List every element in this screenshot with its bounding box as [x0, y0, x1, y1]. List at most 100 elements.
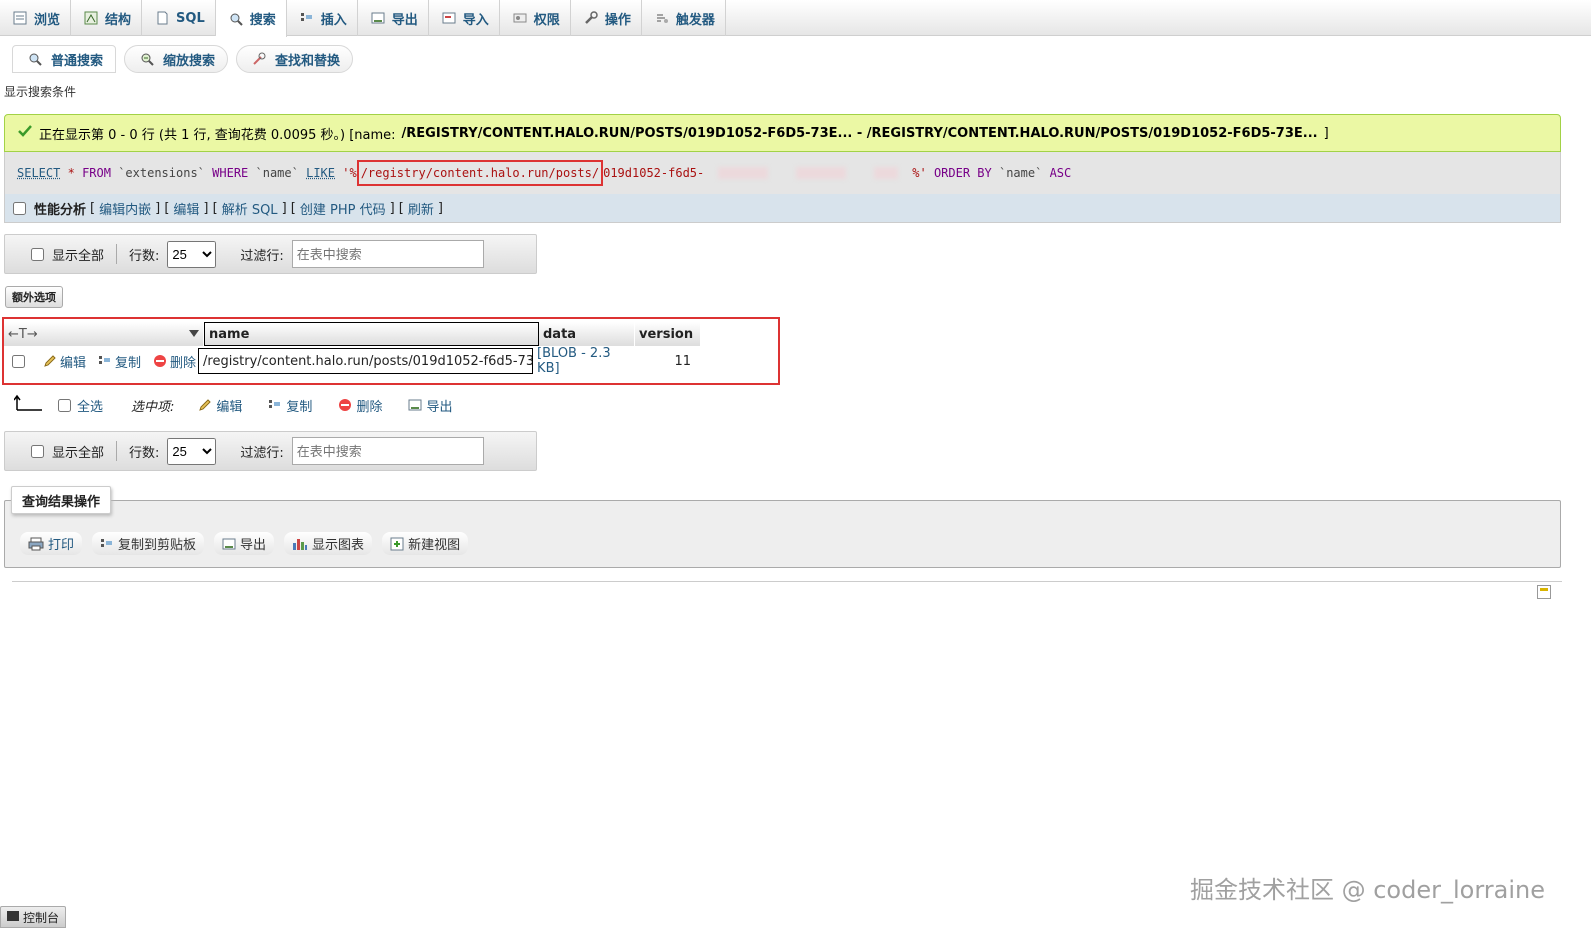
sql-keyword[interactable]: LIKE — [306, 166, 335, 180]
tab-search[interactable]: 搜索 — [215, 0, 287, 37]
row-copy-label: 复制 — [115, 355, 142, 371]
bulk-export-label: 导出 — [426, 399, 453, 415]
cell-version[interactable]: 11 — [629, 354, 692, 369]
sql-string-close: %' — [912, 166, 927, 180]
export-icon — [370, 10, 386, 26]
success-suffix: ] — [1323, 125, 1329, 141]
search-icon — [27, 51, 43, 67]
top-tab-bar: 浏览 结构 SQL 搜索 插入 导出 导入 权限 操作 触发器 — [0, 0, 1591, 37]
query-ops-items: 打印 复制到剪贴板 导出 显示图表 新建视图 — [20, 532, 469, 555]
success-range: /REGISTRY/CONTENT.HALO.RUN/POSTS/019D105… — [401, 125, 1318, 141]
tab-operations[interactable]: 操作 — [571, 0, 642, 36]
cell-data-blob-link[interactable]: [BLOB - 2.3 KB] — [533, 346, 629, 376]
pencil-icon — [44, 355, 56, 367]
tab-triggers[interactable]: 触发器 — [642, 0, 726, 36]
console-toggle[interactable]: 控制台 — [0, 906, 67, 928]
bulk-actions: 全选 选中项: 编辑 复制 删除 导出 — [13, 394, 452, 416]
rows-select[interactable]: 25 — [167, 437, 217, 465]
show-all-checkbox[interactable] — [31, 247, 44, 261]
export-button[interactable]: 导出 — [214, 532, 275, 555]
console-icon — [7, 910, 19, 924]
check-all-label[interactable]: 全选 — [77, 396, 103, 415]
arrow-up-left-icon — [13, 394, 44, 416]
delete-icon — [154, 355, 167, 367]
bookmark-icon[interactable] — [1537, 585, 1551, 599]
bulk-copy-button[interactable]: 复制 — [268, 396, 312, 415]
print-button[interactable]: 打印 — [20, 532, 83, 555]
edit-inline-link[interactable]: 编辑内嵌 — [99, 199, 151, 218]
subtab-find-replace[interactable]: 查找和替换 — [236, 45, 354, 73]
new-view-icon — [390, 537, 404, 550]
filter-input[interactable] — [291, 437, 484, 465]
wrench-icon — [583, 10, 599, 26]
create-php-code-link[interactable]: 创建 PHP 代码 — [300, 199, 386, 218]
cell-name[interactable]: /registry/content.halo.run/posts/019d105… — [198, 348, 534, 374]
explain-sql-link[interactable]: 解析 SQL — [222, 199, 278, 218]
privileges-icon — [512, 10, 528, 26]
show-all-label: 显示全部 — [52, 445, 105, 461]
row-checkbox[interactable] — [12, 354, 25, 368]
copy-icon — [99, 356, 111, 364]
sql-keyword[interactable]: SELECT — [17, 166, 60, 180]
insert-icon — [299, 10, 315, 26]
row-copy-button[interactable]: 复制 — [98, 352, 141, 371]
subtab-label: 普通搜索 — [51, 53, 104, 69]
tab-insert[interactable]: 插入 — [287, 0, 358, 36]
find-replace-icon — [251, 51, 267, 67]
tab-browse[interactable]: 浏览 — [0, 0, 72, 36]
tab-privileges[interactable]: 权限 — [500, 0, 571, 36]
bulk-edit-button[interactable]: 编辑 — [198, 396, 242, 415]
sql-table: `extensions` — [118, 166, 205, 180]
success-prefix: 正在显示第 0 - 0 行 (共 1 行, 查询花费 0.0095 秒。) [n… — [39, 127, 396, 143]
show-search-conditions-link[interactable]: 显示搜索条件 — [4, 83, 76, 100]
profiling-label: 性能分析 — [34, 202, 87, 218]
bulk-delete-button[interactable]: 删除 — [338, 396, 382, 415]
table-row: 编辑 复制 删除 /registry/content.halo.run/post… — [4, 346, 692, 376]
chart-icon — [293, 538, 308, 550]
rows-select[interactable]: 25 — [167, 240, 217, 268]
profiling-checkbox[interactable] — [13, 201, 26, 215]
row-edit-button[interactable]: 编辑 — [43, 352, 86, 371]
extra-options-button[interactable]: 额外选项 — [5, 286, 63, 308]
refresh-link[interactable]: 刷新 — [408, 199, 434, 218]
redacted-text — [874, 167, 899, 179]
filter-input[interactable] — [291, 240, 484, 268]
copy-to-clipboard-button[interactable]: 复制到剪贴板 — [92, 532, 205, 555]
tab-label: 搜索 — [249, 13, 276, 28]
column-header-name[interactable]: name — [204, 322, 539, 346]
export-icon — [222, 538, 236, 549]
sql-token: * — [67, 166, 75, 180]
tab-label: 浏览 — [34, 12, 61, 28]
copy-icon — [101, 538, 113, 547]
divider — [12, 581, 1562, 582]
bulk-export-button[interactable]: 导出 — [408, 396, 452, 415]
sql-highlighted-path: /registry/content.halo.run/posts/ — [356, 160, 604, 186]
sql-toolbar: 性能分析 [编辑内嵌] [编辑] [解析 SQL] [创建 PHP 代码] [刷… — [4, 194, 1561, 223]
check-all-checkbox[interactable] — [58, 398, 71, 412]
column-header-version[interactable]: version — [635, 322, 701, 346]
sql-keyword: ASC — [1049, 166, 1072, 180]
subtab-zoom-search[interactable]: 缩放搜索 — [124, 45, 229, 73]
tab-label: SQL — [176, 10, 205, 26]
tab-structure[interactable]: 结构 — [71, 0, 143, 36]
column-header-data[interactable]: data — [539, 322, 635, 346]
show-all-checkbox[interactable] — [31, 444, 44, 458]
subtab-normal-search[interactable]: 普通搜索 — [12, 45, 117, 73]
sql-column: `name` — [998, 166, 1043, 180]
edit-link[interactable]: 编辑 — [173, 199, 199, 218]
column-resize-arrows-icon[interactable]: ←T→ — [8, 327, 38, 342]
table-header: ←T→ name data version — [4, 322, 701, 346]
show-all-label: 显示全部 — [52, 248, 105, 264]
tab-sql[interactable]: SQL — [142, 0, 216, 36]
tab-label: 导出 — [391, 12, 418, 28]
structure-icon — [83, 10, 99, 26]
pencil-icon — [199, 399, 212, 411]
row-delete-button[interactable]: 删除 — [153, 352, 196, 371]
sort-dropdown-icon[interactable] — [189, 327, 199, 342]
search-icon — [228, 11, 244, 27]
tab-export[interactable]: 导出 — [358, 0, 429, 36]
export-label: 导出 — [240, 538, 267, 553]
display-chart-button[interactable]: 显示图表 — [284, 532, 373, 555]
create-view-button[interactable]: 新建视图 — [382, 532, 469, 555]
tab-import[interactable]: 导入 — [429, 0, 500, 36]
